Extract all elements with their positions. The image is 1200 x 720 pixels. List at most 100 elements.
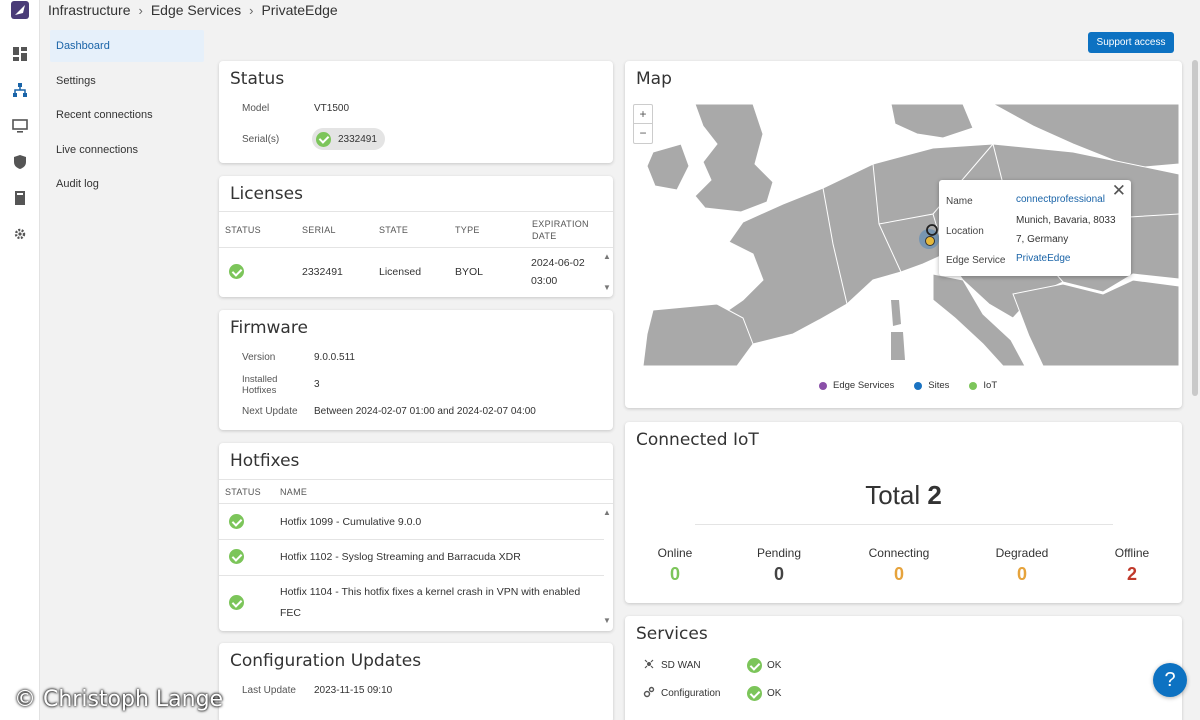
license-exp-time: 03:00 [531,275,558,287]
page-scrollbar[interactable] [1192,60,1198,396]
check-icon [316,131,331,147]
services-card: Services SD WAN OK Configuration OK [625,616,1182,720]
stat-pending-value: 0 [773,564,784,584]
stat-offline-value: 2 [1126,564,1137,584]
map-legend: Edge Services Sites IoT [819,380,997,391]
next-update-value: Between 2024-02-07 01:00 and 2024-02-07 … [314,406,536,417]
hotfix-row-name: Hotfix 1102 - Syslog Streaming and Barra… [280,551,521,563]
legend-edge-services: Edge Services [833,380,895,391]
firmware-title: Firmware [230,318,308,338]
monitor-icon[interactable] [12,118,28,134]
zoom-in-button[interactable]: + [634,105,652,124]
service-row-configuration: Configuration OK [643,686,781,701]
check-icon [747,686,762,701]
breadcrumb-edge-services[interactable]: Edge Services [151,2,241,18]
license-serial: 2332491 [302,266,343,278]
stat-connecting-value: 0 [893,564,904,584]
stat-connecting: Connecting 0 [859,546,939,585]
breadcrumb-infrastructure[interactable]: Infrastructure [48,2,130,18]
stat-degraded: Degraded 0 [982,546,1062,585]
status-card: Status Model VT1500 Serial(s) 2332491 [219,61,613,163]
stat-degraded-value: 0 [1016,564,1027,584]
col-name: NAME [280,487,308,497]
scroll-up-icon[interactable]: ▲ [603,252,611,261]
popup-location-label: Location [946,226,984,237]
scroll-down-icon[interactable]: ▼ [603,616,611,625]
last-update-label: Last Update [242,685,296,696]
legend-dot-iot [969,381,978,390]
popup-edge-value[interactable]: PrivateEdge [1016,250,1070,268]
zoom-control: + − [633,104,653,144]
stat-online: Online 0 [635,546,715,585]
breadcrumb: Infrastructure › Edge Services › Private… [48,2,338,18]
col-expiration: EXPIRATION [532,219,589,229]
stat-online-value: 0 [669,564,680,584]
stat-offline-label: Offline [1114,546,1150,560]
iot-total-label: Total [865,480,921,510]
licenses-card: Licenses STATUS SERIAL STATE TYPE EXPIRA… [219,176,613,297]
book-icon[interactable] [12,190,28,206]
nav-item-settings[interactable]: Settings [50,65,204,97]
version-value: 9.0.0.511 [314,352,355,363]
nav-item-audit-log[interactable]: Audit log [50,168,204,200]
status-title: Status [230,69,285,89]
config-updates-title: Configuration Updates [230,651,422,671]
hotfix-row-name-cont: FEC [280,607,301,619]
hotfix-check-icon [229,549,244,564]
serial-chip: 2332491 [312,128,385,150]
last-update-value: 2023-11-15 09:10 [314,685,393,696]
service-name: Configuration [661,688,721,699]
config-updates-card: Configuration Updates Last Update 2023-1… [219,643,613,720]
settings-icon[interactable] [12,226,28,242]
license-state: Licensed [379,266,422,278]
popup-location-value: Munich, Bavaria, 8033 [1016,215,1116,226]
license-type: BYOL [455,266,484,278]
col-date: DATE [532,231,557,241]
connected-iot-card: Connected IoT Total 2 Online 0 Pending 0… [625,422,1182,603]
hotfixes-title: Hotfixes [230,451,300,471]
iot-total-value: 2 [927,480,942,510]
col-serial: SERIAL [302,225,336,235]
serial-label: Serial(s) [242,134,280,145]
stat-pending-label: Pending [756,546,802,560]
map-card: Map + − ✕ Name connectprofessional Locat… [625,61,1182,408]
license-status-check-icon [229,264,244,279]
map-title: Map [636,69,672,89]
popup-edge-label: Edge Service [946,255,1006,266]
barracuda-logo[interactable] [11,1,29,19]
stat-offline: Offline 2 [1092,546,1172,585]
shield-icon[interactable] [12,154,28,170]
check-icon [747,658,762,673]
scroll-up-icon[interactable]: ▲ [603,508,611,517]
legend-iot: IoT [983,380,998,391]
hotfixes-label-1: Installed [242,374,278,385]
help-button[interactable]: ? [1153,663,1187,697]
chevron-right-icon: › [138,2,143,18]
hotfix-check-icon [229,595,244,610]
col-state: STATE [379,225,409,235]
stat-pending: Pending 0 [739,546,819,585]
popup-name-value[interactable]: connectprofessional [1016,191,1105,209]
gears-icon [643,686,655,701]
legend-dot-sites [914,381,923,390]
zoom-out-button[interactable]: − [634,124,652,143]
version-label: Version [242,352,276,363]
scroll-down-icon[interactable]: ▼ [603,283,611,292]
service-row-sdwan: SD WAN OK [643,658,781,673]
licenses-title: Licenses [230,184,303,204]
chevron-right-icon: › [249,2,254,18]
nav-item-live-connections[interactable]: Live connections [50,134,204,166]
map-popup: ✕ Name connectprofessional Location Muni… [939,180,1131,276]
nav-item-dashboard[interactable]: Dashboard [50,30,204,62]
col-type: TYPE [455,225,480,235]
dashboard-icon[interactable] [12,46,28,62]
stat-degraded-label: Degraded [995,546,1049,560]
nav-item-recent-connections[interactable]: Recent connections [50,99,204,131]
service-status: OK [767,660,782,671]
support-access-button[interactable]: Support access [1088,32,1174,53]
iot-title: Connected IoT [636,430,759,450]
service-status: OK [767,688,782,699]
watermark: © Christoph Lange [14,687,224,712]
infrastructure-icon[interactable] [12,82,28,98]
close-icon[interactable]: ✕ [1112,181,1126,201]
